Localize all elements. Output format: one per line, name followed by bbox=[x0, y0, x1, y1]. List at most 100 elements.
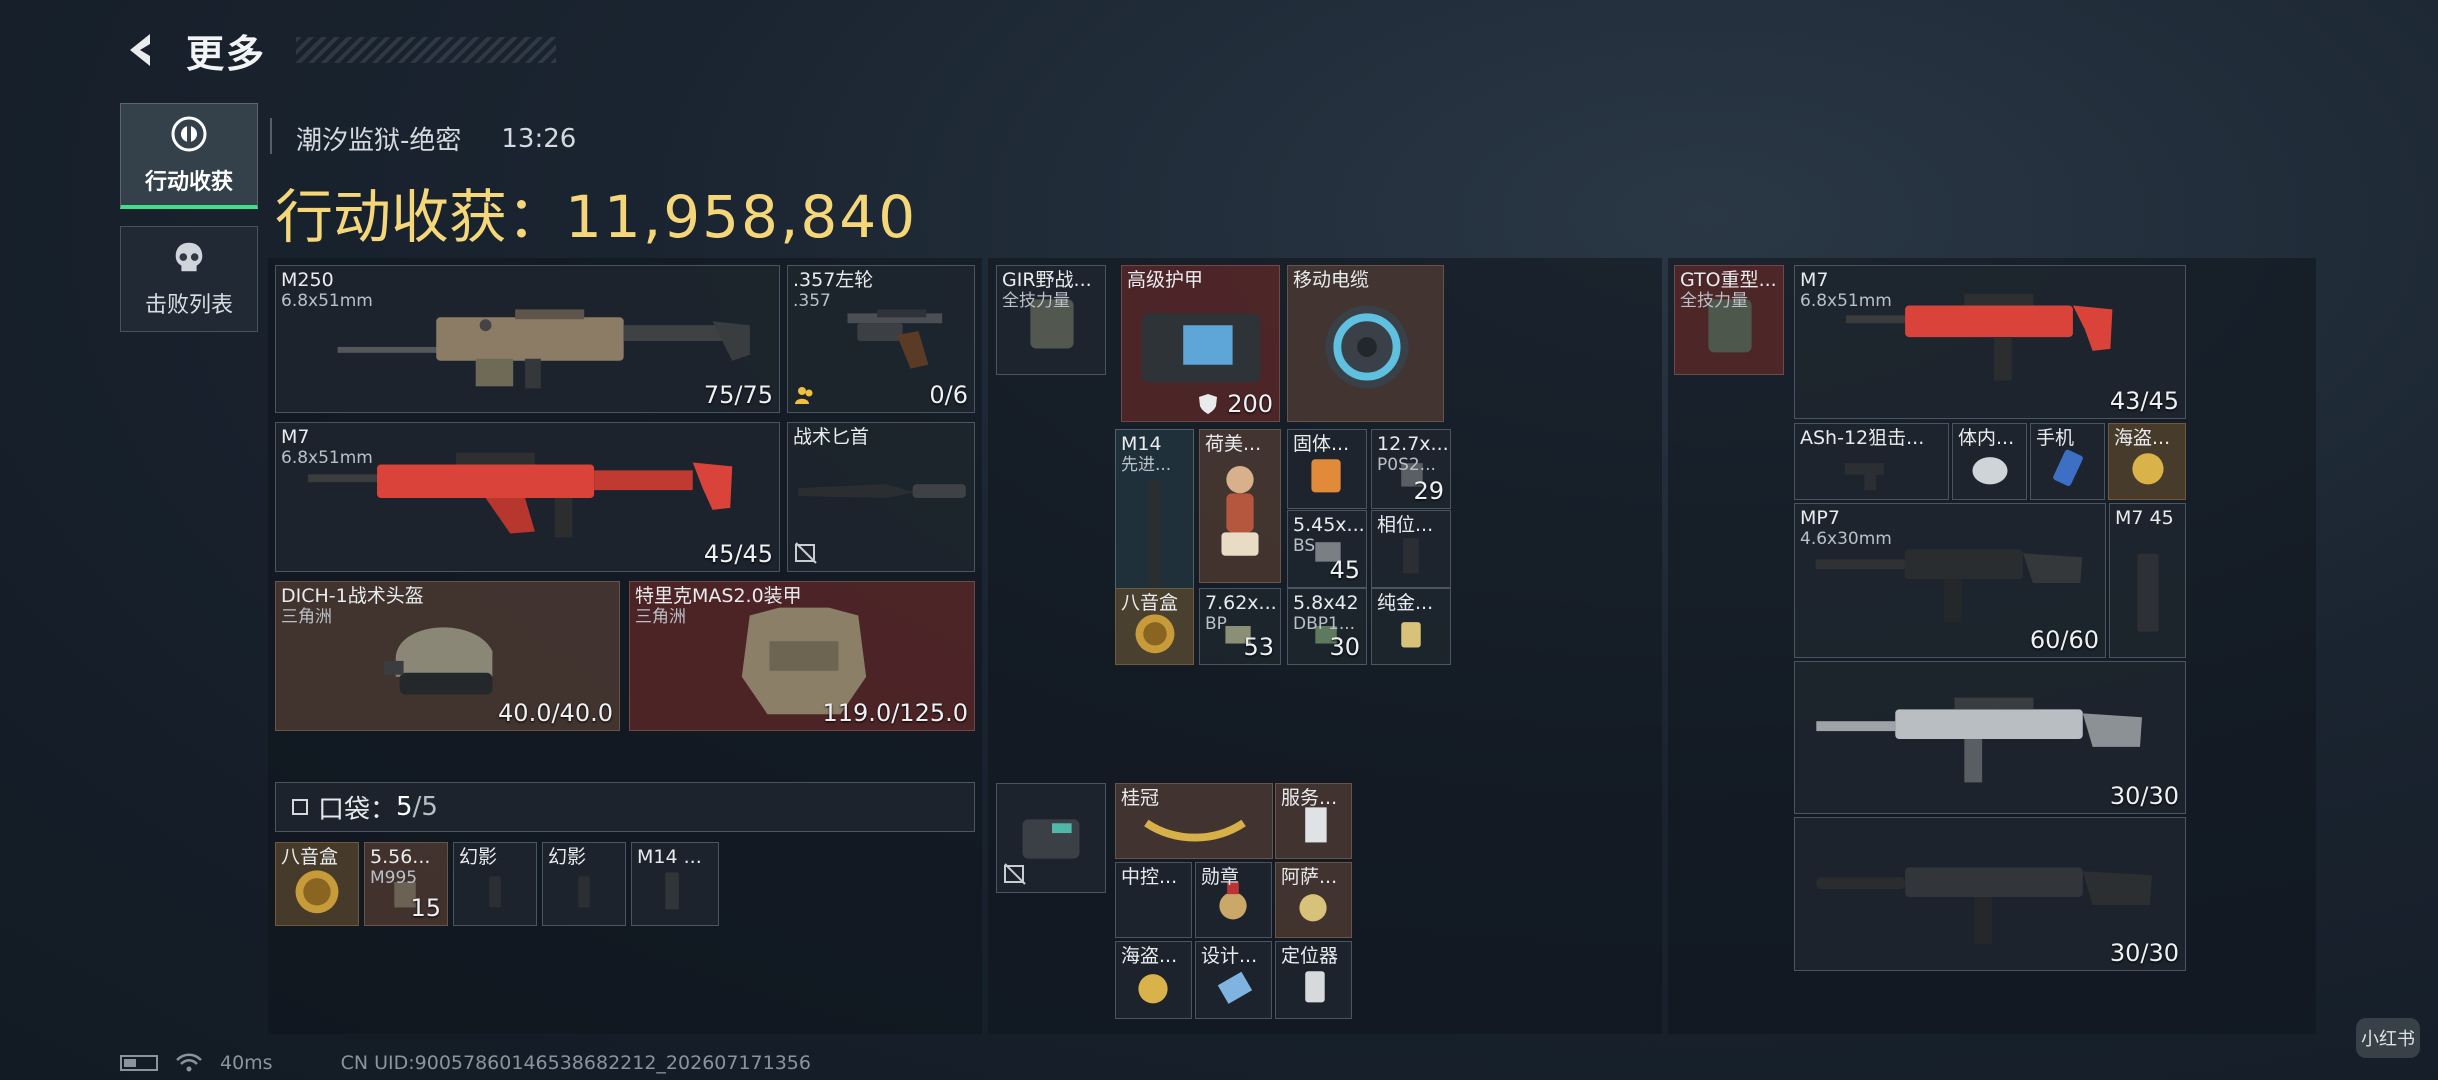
item-name: GIR野战... bbox=[1002, 269, 1092, 291]
item-name: 海盗... bbox=[1121, 945, 1178, 967]
rig-item[interactable]: 7.62x... BP 53 bbox=[1199, 588, 1281, 665]
safebox-item[interactable]: 手机 bbox=[2030, 423, 2105, 500]
item-name: 体内... bbox=[1958, 427, 2015, 449]
item-name: DICH-1战术头盔 bbox=[281, 585, 424, 607]
melee-slot[interactable]: 战术匕首 bbox=[787, 422, 975, 572]
tab-label: 击败列表 bbox=[144, 293, 233, 318]
item-name: 7.62x... bbox=[1205, 592, 1277, 614]
rig-item[interactable]: 八音盒 bbox=[1115, 588, 1194, 665]
bag-item[interactable]: 服务... bbox=[1275, 783, 1352, 859]
item-name: 海盗... bbox=[2114, 427, 2171, 449]
bag-item[interactable]: 勋章 bbox=[1195, 862, 1272, 938]
tab-operation-gains[interactable]: 行动收获 bbox=[120, 103, 258, 209]
bag-item[interactable]: 设计... bbox=[1195, 941, 1272, 1019]
title-decoration bbox=[296, 37, 557, 63]
item-sub: BP bbox=[1205, 614, 1227, 634]
safebox-item[interactable]: 海盗... bbox=[2108, 423, 2186, 500]
item-origin: 三角洲 bbox=[281, 607, 332, 627]
item-ammo: .357 bbox=[793, 291, 831, 311]
item-name: .357左轮 bbox=[793, 269, 874, 291]
item-count: 200 bbox=[1227, 390, 1273, 418]
item-origin: 三角洲 bbox=[635, 607, 686, 627]
pocket-item[interactable]: 幻影 bbox=[453, 842, 537, 926]
pocket-item[interactable]: 幻影 bbox=[542, 842, 626, 926]
safebox-item[interactable]: 30/30 bbox=[1794, 661, 2186, 814]
bag-item[interactable]: 阿萨... bbox=[1275, 862, 1352, 938]
item-name: 设计... bbox=[1201, 945, 1258, 967]
item-sub: M995 bbox=[370, 868, 418, 888]
item-sub: DBP1... bbox=[1293, 614, 1356, 634]
item-count: 45 bbox=[1329, 556, 1360, 584]
item-sub: 全技力量 bbox=[1002, 291, 1070, 311]
item-name: 定位器 bbox=[1281, 945, 1339, 967]
armor-slot[interactable]: 特里克MAS2.0装甲 三角洲 119.0/125.0 bbox=[629, 581, 975, 731]
ammo-count: 30/30 bbox=[2109, 939, 2179, 967]
item-name: 5.8x42 bbox=[1293, 592, 1359, 614]
pocket-item[interactable]: M14 ... bbox=[631, 842, 719, 926]
item-sub: 全技力量 bbox=[1680, 291, 1748, 311]
weapon-slot-primary[interactable]: M250 6.8x51mm 75/75 bbox=[275, 265, 780, 413]
rig-item[interactable]: 5.45x... BS 45 bbox=[1287, 510, 1367, 588]
back-button[interactable] bbox=[120, 28, 164, 72]
item-ammo: 6.8x51mm bbox=[281, 291, 373, 311]
item-name: 5.56... bbox=[370, 846, 431, 868]
rig-item[interactable]: 纯金... bbox=[1371, 588, 1451, 665]
safebox-item[interactable]: M7 45 bbox=[2109, 503, 2186, 658]
pocket-total: /5 bbox=[412, 792, 438, 822]
item-name: 高级护甲 bbox=[1127, 269, 1204, 291]
safebox-item[interactable]: 30/30 bbox=[1794, 817, 2186, 971]
target-icon bbox=[171, 116, 207, 151]
safebox-item[interactable]: MP7 4.6x30mm 60/60 bbox=[1794, 503, 2106, 658]
chevron-left-icon bbox=[130, 34, 150, 66]
helmet-slot[interactable]: DICH-1战术头盔 三角洲 40.0/40.0 bbox=[275, 581, 620, 731]
safebox-item[interactable]: M7 6.8x51mm 43/45 bbox=[1794, 265, 2186, 419]
ammo-count: 30/30 bbox=[2109, 782, 2179, 810]
no-insure-icon bbox=[795, 542, 817, 564]
safebox-item[interactable]: 体内... bbox=[1952, 423, 2027, 500]
item-name: 幻影 bbox=[548, 846, 587, 868]
rig-slot[interactable]: GIR野战... 全技力量 bbox=[996, 265, 1106, 375]
ammo-count: 45/45 bbox=[703, 540, 773, 568]
tab-kill-list[interactable]: 击败列表 bbox=[120, 226, 258, 332]
item-name: 中控... bbox=[1121, 866, 1178, 888]
pocket-item[interactable]: 八音盒 bbox=[275, 842, 359, 926]
item-name: 相位... bbox=[1377, 514, 1434, 536]
item-name: 12.7x... bbox=[1377, 433, 1449, 455]
durability: 119.0/125.0 bbox=[822, 699, 969, 727]
match-time: 13:26 bbox=[501, 123, 577, 154]
safebox-slot[interactable]: GTO重型... 全技力量 bbox=[1674, 265, 1784, 375]
item-name: 手机 bbox=[2036, 427, 2075, 449]
item-count: 15 bbox=[410, 894, 441, 922]
bag-item[interactable]: 海盗... bbox=[1115, 941, 1192, 1019]
weapon-slot-secondary[interactable]: M7 6.8x51mm 45/45 bbox=[275, 422, 780, 572]
rig-item[interactable]: 高级护甲 200 bbox=[1121, 265, 1280, 422]
safebox-item[interactable]: ASh-12狙击... bbox=[1794, 423, 1949, 500]
earnings-label: 行动收获： bbox=[275, 183, 566, 251]
rig-item[interactable]: 移动电缆 bbox=[1287, 265, 1444, 422]
page-title: 更多 bbox=[186, 31, 267, 76]
skull-icon bbox=[175, 242, 203, 272]
item-name: 八音盒 bbox=[281, 846, 339, 868]
item-name: 纯金... bbox=[1377, 592, 1434, 614]
pocket-label: 口袋： bbox=[318, 794, 397, 825]
item-name: 固体... bbox=[1293, 433, 1350, 455]
pocket-icon bbox=[292, 799, 308, 815]
bag-item[interactable]: 定位器 bbox=[1275, 941, 1352, 1019]
rig-item[interactable]: 固体... bbox=[1287, 429, 1367, 509]
rig-item[interactable]: 荷美... bbox=[1199, 429, 1281, 583]
item-name: GTO重型... bbox=[1680, 269, 1777, 291]
battery-icon bbox=[120, 1055, 158, 1071]
rig-item[interactable]: 5.8x42 DBP1... 30 bbox=[1287, 588, 1367, 665]
item-name: M14 bbox=[1121, 433, 1162, 455]
item-name: 移动电缆 bbox=[1293, 269, 1370, 291]
rig-item[interactable]: 12.7x... P0S2... 29 bbox=[1371, 429, 1451, 509]
ammo-count: 75/75 bbox=[703, 381, 773, 409]
bag-slot[interactable] bbox=[996, 783, 1106, 893]
weapon-slot-pistol[interactable]: .357左轮 .357 0/6 bbox=[787, 265, 975, 413]
item-name: ASh-12狙击... bbox=[1800, 427, 1925, 449]
item-name: M7 bbox=[1800, 269, 1829, 291]
rig-item[interactable]: 相位... bbox=[1371, 510, 1451, 588]
bag-item[interactable]: 桂冠 bbox=[1115, 783, 1273, 859]
pocket-item[interactable]: 5.56... M995 15 bbox=[364, 842, 448, 926]
bag-item[interactable]: 中控... bbox=[1115, 862, 1192, 938]
